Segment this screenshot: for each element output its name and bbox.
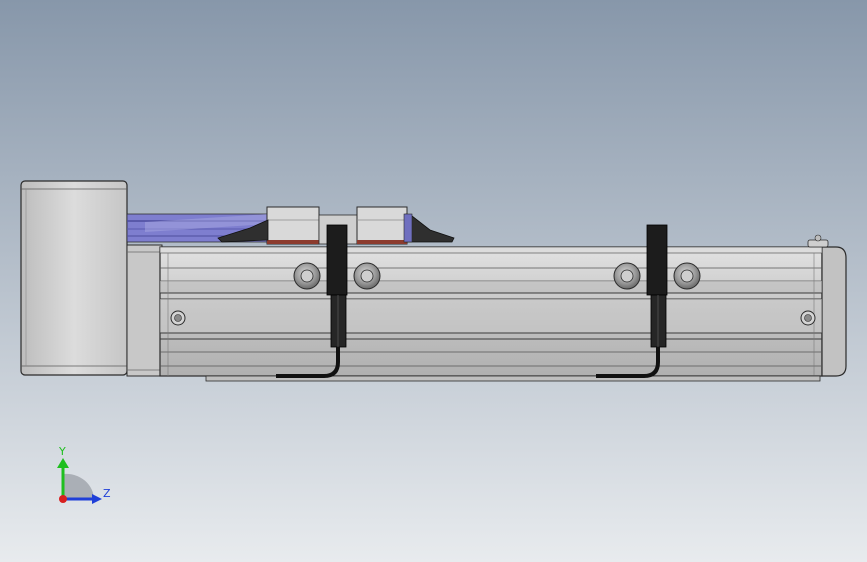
carriage-block-right[interactable]	[356, 206, 408, 245]
carriage-block-left[interactable]	[266, 206, 320, 245]
roller-wheel	[613, 262, 641, 290]
motor-adapter-block[interactable]	[126, 244, 163, 377]
roller-wheel	[673, 262, 701, 290]
triad-z-label: Z	[103, 487, 111, 500]
motor-housing[interactable]	[20, 180, 128, 376]
graphics-viewport[interactable]: Y Z	[0, 0, 867, 562]
cad-scene[interactable]: Y Z	[0, 0, 867, 562]
roller-wheel	[353, 262, 381, 290]
sensor-body	[330, 294, 347, 348]
sensor-bracket	[326, 224, 348, 296]
roller-wheel	[293, 262, 321, 290]
triad-x-axis-dot	[59, 495, 67, 503]
mounting-screw-right[interactable]	[800, 310, 816, 326]
triad-y-label: Y	[58, 445, 66, 458]
sensor-body	[650, 294, 667, 348]
mounting-screw-left[interactable]	[170, 310, 186, 326]
sensor-bracket	[646, 224, 668, 296]
linear-rail-profile[interactable]	[159, 246, 847, 377]
